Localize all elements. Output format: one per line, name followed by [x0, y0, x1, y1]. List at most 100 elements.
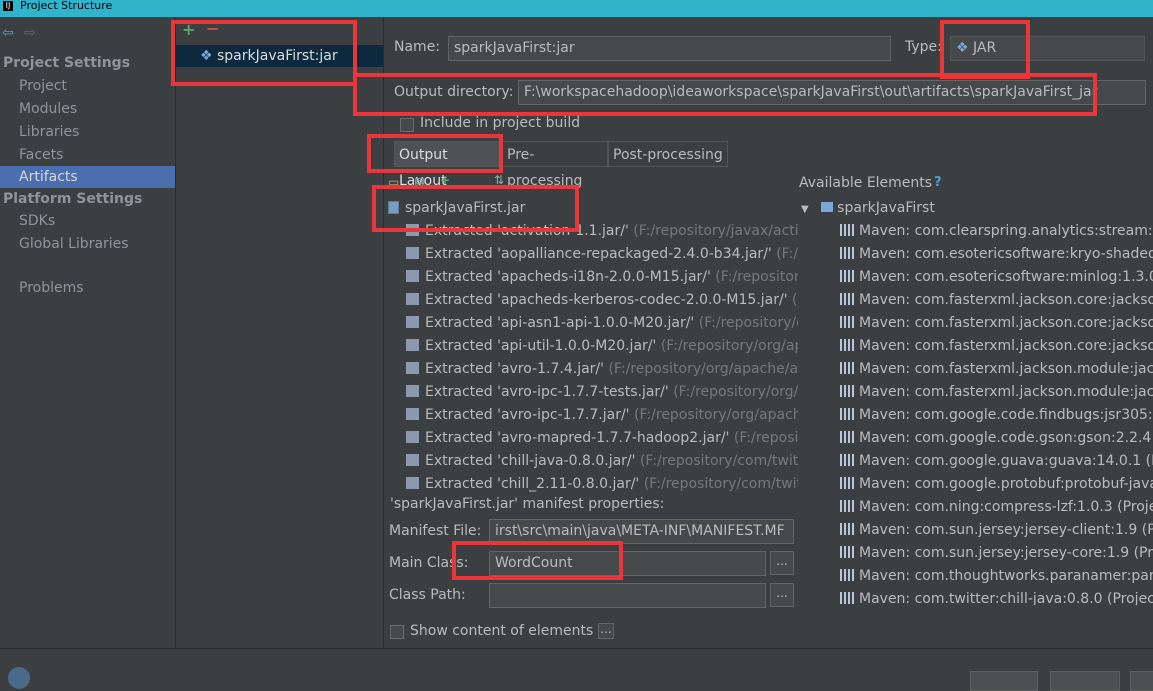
layout-row-path: (F:/repository/org/apa: [660, 338, 798, 354]
manifest-file-label: Manifest File:: [389, 523, 482, 539]
available-tree-row[interactable]: Maven: com.sun.jersey:jersey-core:1.9 (P…: [840, 542, 1153, 565]
layout-tree-row[interactable]: Extracted 'apacheds-i18n-2.0.0-M15.jar/'…: [406, 266, 798, 289]
maven-library-icon: [840, 339, 854, 351]
maven-library-icon: [840, 362, 854, 374]
layout-row-name: Extracted 'avro-ipc-1.7.7-tests.jar/': [425, 384, 669, 400]
tab-pre-processing[interactable]: Pre-processing: [502, 141, 608, 189]
available-tree-row[interactable]: Maven: com.esotericsoftware:kryo-shaded:…: [840, 243, 1153, 266]
layout-tree-row[interactable]: Extracted 'chill-java-0.8.0.jar/' (F:/re…: [406, 450, 798, 473]
layout-row-path: (F:/repository/javax/activat: [633, 223, 798, 239]
available-tree-row[interactable]: Maven: com.google.guava:guava:14.0.1 (Pr…: [840, 450, 1153, 473]
type-select[interactable]: ❖ JAR: [950, 36, 1145, 61]
available-tree-row[interactable]: Maven: com.google.protobuf:protobuf-java: [840, 473, 1153, 496]
available-tree-row[interactable]: Maven: com.fasterxml.jackson.module:jack…: [840, 358, 1153, 381]
available-row-label: Maven: com.fasterxml.jackson.core:jackso…: [859, 292, 1153, 308]
manifest-file-input[interactable]: irst\src\main\java\META-INF\MANIFEST.MF: [489, 519, 794, 544]
available-tree-row[interactable]: Maven: com.ning:compress-lzf:1.0.3 (Proj…: [840, 496, 1153, 519]
show-content-label: Show content of elements: [410, 623, 594, 639]
layout-row-path: (F:/repository/com/twitter: [639, 453, 798, 469]
tab-output-layout[interactable]: Output Layout: [394, 141, 501, 189]
sidebar-item-global-libraries[interactable]: Global Libraries: [0, 233, 175, 255]
remove-artifact-icon[interactable]: −: [206, 19, 219, 38]
artifact-editor: Name: sparkJavaFirst:jar Type: ❖ JAR Out…: [384, 17, 1153, 648]
maven-library-icon: [840, 247, 854, 259]
layout-tree-row[interactable]: Extracted 'chill_2.11-0.8.0.jar/' (F:/re…: [406, 473, 798, 496]
available-tree-row[interactable]: Maven: com.google.code.gson:gson:2.2.4 (…: [840, 427, 1153, 450]
include-build-checkbox[interactable]: [400, 118, 414, 132]
layout-tree-row[interactable]: Extracted 'aopalliance-repackaged-2.4.0-…: [406, 243, 798, 266]
archive-icon[interactable]: ▦: [414, 175, 425, 189]
tab-post-processing[interactable]: Post-processing: [608, 141, 728, 167]
forward-arrow-icon[interactable]: ⇨: [24, 25, 36, 41]
show-content-options-button[interactable]: ...: [598, 623, 614, 639]
maven-library-icon: [840, 316, 854, 328]
help-circle-icon[interactable]: [8, 667, 30, 689]
extracted-archive-icon: [406, 316, 419, 328]
help-icon[interactable]: ?: [934, 175, 942, 190]
available-tree-row[interactable]: Maven: com.esotericsoftware:minlog:1.3.0…: [840, 266, 1153, 289]
available-row-label: Maven: com.twitter:chill-java:0.8.0 (Pro…: [859, 591, 1153, 605]
output-directory-label: Output directory:: [394, 84, 514, 100]
layout-row-path: (F:/rep: [776, 246, 798, 262]
main-class-browse-button[interactable]: ...: [770, 551, 794, 575]
sidebar-item-modules[interactable]: Modules: [0, 98, 175, 120]
back-arrow-icon[interactable]: ⇦: [2, 25, 14, 41]
folder-icon[interactable]: ▭: [388, 175, 399, 189]
show-content-checkbox[interactable]: [390, 625, 404, 639]
available-tree-row[interactable]: Maven: com.fasterxml.jackson.module:jack…: [840, 381, 1153, 404]
sidebar-item-artifacts[interactable]: Artifacts: [0, 166, 175, 188]
available-root[interactable]: ▼ sparkJavaFirst: [801, 197, 935, 220]
maven-library-icon: [840, 385, 854, 397]
available-row-label: Maven: com.google.protobuf:protobuf-java: [859, 476, 1153, 492]
available-tree-row[interactable]: Maven: com.sun.jersey:jersey-client:1.9 …: [840, 519, 1153, 542]
layout-tree-row[interactable]: Extracted 'api-asn1-api-1.0.0-M20.jar/' …: [406, 312, 798, 335]
available-root-label: sparkJavaFirst: [837, 200, 935, 216]
maven-library-icon: [840, 408, 854, 420]
artifact-item[interactable]: ❖ sparkJavaFirst:jar: [176, 45, 383, 67]
add-element-icon[interactable]: +: [440, 173, 450, 187]
available-tree-row[interactable]: Maven: com.fasterxml.jackson.core:jackso…: [840, 312, 1153, 335]
maven-library-icon: [840, 500, 854, 512]
available-row-label: Maven: com.fasterxml.jackson.module:jack…: [859, 361, 1153, 377]
layout-tree-row[interactable]: Extracted 'avro-ipc-1.7.7-tests.jar/' (F…: [406, 381, 798, 404]
cancel-button[interactable]: [1050, 671, 1120, 691]
ok-button[interactable]: [970, 671, 1038, 691]
layout-tree-row[interactable]: Extracted 'apacheds-kerberos-codec-2.0.0…: [406, 289, 798, 312]
available-row-label: Maven: com.thoughtworks.paranamer:parar: [859, 568, 1153, 584]
sidebar-item-project[interactable]: Project: [0, 75, 175, 97]
class-path-input[interactable]: [489, 583, 766, 608]
main-class-label: Main Class:: [389, 555, 469, 571]
layout-tree-row[interactable]: Extracted 'api-util-1.0.0-M20.jar/' (F:/…: [406, 335, 798, 358]
maven-library-icon: [840, 270, 854, 282]
layout-tree-row[interactable]: Extracted 'avro-ipc-1.7.7.jar/' (F:/repo…: [406, 404, 798, 427]
name-label: Name:: [394, 39, 441, 55]
output-directory-input[interactable]: F:\workspacehadoop\ideaworkspace\sparkJa…: [518, 80, 1146, 105]
available-tree-row[interactable]: Maven: com.google.code.findbugs:jsr305:1…: [840, 404, 1153, 427]
layout-tree-row[interactable]: Extracted 'avro-1.7.4.jar/' (F:/reposito…: [406, 358, 798, 381]
layout-tree-row[interactable]: Extracted 'avro-mapred-1.7.7-hadoop2.jar…: [406, 427, 798, 450]
available-tree-row[interactable]: Maven: com.thoughtworks.paranamer:parar: [840, 565, 1153, 588]
sidebar-item-problems[interactable]: Problems: [0, 277, 175, 299]
sidebar-item-libraries[interactable]: Libraries: [0, 121, 175, 143]
artifact-list-panel: + − ❖ sparkJavaFirst:jar: [176, 17, 384, 648]
layout-root[interactable]: sparkJavaFirst.jar: [388, 197, 525, 220]
available-tree-row[interactable]: Maven: com.fasterxml.jackson.core:jackso…: [840, 335, 1153, 358]
expand-arrow-icon[interactable]: ▼: [801, 204, 809, 215]
sidebar-item-facets[interactable]: Facets: [0, 144, 175, 166]
extracted-archive-icon: [406, 224, 419, 236]
name-input[interactable]: sparkJavaFirst:jar: [448, 36, 891, 61]
app-icon: IJ: [3, 1, 13, 11]
apply-button[interactable]: [1130, 671, 1153, 691]
class-path-browse-button[interactable]: ...: [770, 583, 794, 607]
sidebar-item-sdks[interactable]: SDKs: [0, 210, 175, 232]
available-row-label: Maven: com.ning:compress-lzf:1.0.3 (Proj…: [859, 499, 1153, 515]
available-tree-row[interactable]: Maven: com.clearspring.analytics:stream:…: [840, 220, 1153, 243]
layout-tree-row[interactable]: Extracted 'activation-1.1.jar/' (F:/repo…: [406, 220, 798, 243]
add-artifact-icon[interactable]: +: [182, 20, 195, 39]
available-row-label: Maven: com.google.guava:guava:14.0.1 (Pr…: [859, 453, 1153, 469]
sort-icon[interactable]: ⇅: [494, 173, 504, 187]
available-tree-row[interactable]: Maven: com.fasterxml.jackson.core:jackso…: [840, 289, 1153, 312]
available-tree-row[interactable]: Maven: com.twitter:chill-java:0.8.0 (Pro…: [840, 588, 1153, 605]
main-class-input[interactable]: WordCount: [489, 551, 766, 576]
jar-file-icon: [388, 201, 399, 214]
